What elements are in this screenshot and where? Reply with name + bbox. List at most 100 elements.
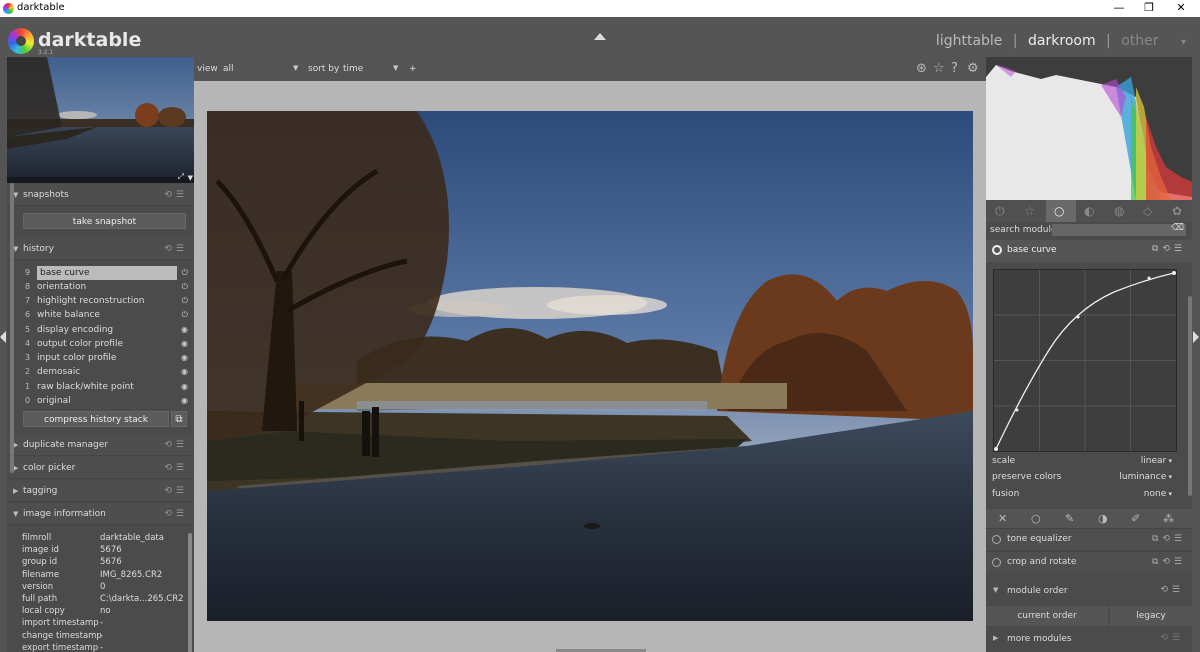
favorites-star-icon[interactable]: ☆ [1024,204,1035,218]
always-on-icon: ◉ [181,367,188,376]
history-header[interactable]: ▼ history ⟲☰ [7,238,194,260]
view-filter-select[interactable]: all [223,64,234,74]
info-scrollbar[interactable] [188,533,192,652]
blend-off-icon[interactable]: ✕ [998,512,1007,525]
histogram[interactable] [986,57,1192,200]
power-icon[interactable] [992,535,1001,544]
left-panel-scrollbar[interactable] [10,183,14,473]
maximize-button[interactable]: ❐ [1134,0,1164,17]
darktable-window: darktable — ❐ ✕ darktable 3.2.1 lighttab… [0,0,1200,652]
collapse-right-panel-arrow-icon[interactable] [1193,331,1199,343]
blend-uniform-icon[interactable]: ○ [1031,512,1041,525]
history-item[interactable]: 8 orientation ⏻ [23,280,188,294]
history-item[interactable]: 4 output color profile ◉ [23,337,188,351]
history-item[interactable]: 1 raw black/white point ◉ [23,380,188,394]
take-snapshot-button[interactable]: take snapshot [23,213,186,229]
view-darkroom[interactable]: darkroom [1028,33,1096,49]
blend-raster-icon[interactable]: ⁂ [1163,512,1174,525]
view-other[interactable]: other [1121,33,1158,49]
view-separator: | [1106,33,1111,49]
always-on-icon: ◉ [181,396,188,405]
edited-photo[interactable] [207,111,973,621]
scale-combobox[interactable]: scale linear [992,454,1178,469]
fusion-combobox[interactable]: fusion none [992,487,1178,502]
snapshots-header[interactable]: ▼ snapshots ⟲☰ [7,184,194,206]
reset-menu-icons[interactable]: ⟲☰ [164,457,188,479]
tagging-module[interactable]: ▶ tagging ⟲☰ [7,480,194,502]
filter-bar: view all ▼ sort by time ▼ + ⊛ ☆ ? ⚙ [194,57,986,81]
active-modules-power-icon[interactable]: ⏻ [995,204,1005,219]
module-order-header[interactable]: ▼ module order ⟲☰ [986,582,1192,602]
sort-select[interactable]: time [343,64,363,74]
history-item[interactable]: 9 base curve ⏻ [23,266,188,280]
fullscreen-icon[interactable]: ⤢ [178,172,184,182]
preset-reset-menu-icons[interactable]: ⧉⟲☰ [1152,244,1186,254]
info-row: full path C:\darkta...265.CR2 [22,593,184,604]
view-other-dropdown-icon[interactable]: ▾ [1181,37,1186,48]
color-picker-title: color picker [23,463,76,473]
search-module-input[interactable] [1052,224,1186,236]
image-information-table: filmroll darktable_data image id 5676 grou… [22,532,184,652]
tone-group-icon[interactable]: ◐ [1084,204,1094,218]
minimize-button[interactable]: — [1104,0,1134,17]
reset-menu-icons[interactable]: ⟲☰ [1160,633,1184,643]
reset-menu-icons[interactable]: ⟲☰ [164,434,188,456]
star-icon[interactable]: ☆ [933,61,945,76]
always-on-icon: ◉ [181,339,188,348]
view-lighttable[interactable]: lighttable [936,33,1003,49]
close-button[interactable]: ✕ [1166,0,1196,17]
correct-group-icon[interactable]: ◇ [1143,204,1152,218]
preset-reset-menu-icons[interactable]: ⧉⟲☰ [1152,534,1186,544]
reset-menu-icons[interactable]: ⟲☰ [164,503,188,525]
zoom-dropdown-icon[interactable]: ▼ [188,174,193,182]
reset-menu-icons[interactable]: ⟲☰ [164,480,188,502]
grouping-icon[interactable]: ⊛ [916,61,927,76]
reset-menu-icons[interactable]: ⟲☰ [164,184,188,206]
help-icon[interactable]: ? [951,61,958,76]
copy-history-icon[interactable]: ⧉ [171,411,187,427]
collapse-top-panel-arrow-icon[interactable] [594,33,606,40]
current-order-button[interactable]: current order [986,606,1108,626]
reset-menu-icons[interactable]: ⟲☰ [164,238,188,260]
sort-order-toggle[interactable]: + [409,64,417,74]
right-panel-scrollbar[interactable] [1188,296,1192,496]
blend-parametric-icon[interactable]: ◑ [1098,512,1108,525]
right-panel: ⏻ ☆ ○ ◐ ◍ ◇ ✿ search module ⌫ base curve… [986,57,1192,652]
app-version: 3.2.1 [38,49,54,56]
tone-equalizer-module[interactable]: tone equalizer ⧉⟲☰ [986,528,1192,550]
power-icon[interactable] [992,558,1001,567]
duplicate-manager-module[interactable]: ▶ duplicate manager ⟲☰ [7,434,194,456]
gear-icon[interactable]: ⚙ [967,61,979,76]
crop-and-rotate-module[interactable]: crop and rotate ⧉⟲☰ [986,551,1192,573]
history-item[interactable]: 7 highlight reconstruction ⏻ [23,294,188,308]
reset-menu-icons[interactable]: ⟲☰ [1160,585,1184,595]
base-curve-graph[interactable] [993,269,1177,452]
color-picker-module[interactable]: ▶ color picker ⟲☰ [7,457,194,479]
module-group-tabs: ⏻ ☆ ○ ◐ ◍ ◇ ✿ [986,200,1192,222]
chevron-down-icon[interactable]: ▼ [393,64,398,72]
history-item[interactable]: 5 display encoding ◉ [23,323,188,337]
image-information-module[interactable]: ▼ image information ⟲☰ [7,503,194,525]
history-item[interactable]: 0 original ◉ [23,394,188,408]
preset-reset-menu-icons[interactable]: ⧉⟲☰ [1152,557,1186,567]
base-group-circle-icon[interactable]: ○ [1054,204,1064,218]
more-modules-header[interactable]: ▶ more modules ⟲☰ [986,630,1192,650]
more-modules-title: more modules [1007,634,1072,644]
compress-history-button[interactable]: compress history stack [23,411,169,427]
base-curve-header[interactable]: base curve ⧉⟲☰ [986,240,1192,262]
navigation-thumbnail[interactable]: ⤢ ▼ [7,57,194,183]
history-item[interactable]: 3 input color profile ◉ [23,351,188,365]
power-icon[interactable] [992,245,1002,255]
clear-search-icon[interactable]: ⌫ [1171,223,1184,233]
history-item[interactable]: 2 demosaic ◉ [23,365,188,379]
view-label: view [197,64,218,74]
blend-drawn-mask-icon[interactable]: ✎ [1065,512,1074,525]
chevron-down-icon[interactable]: ▼ [293,64,298,72]
preserve-colors-combobox[interactable]: preserve colors luminance [992,470,1178,485]
collapse-left-panel-arrow-icon[interactable] [0,331,6,343]
history-item[interactable]: 6 white balance ⏻ [23,308,188,322]
color-group-icon[interactable]: ◍ [1114,204,1124,218]
effects-group-icon[interactable]: ✿ [1172,204,1182,218]
legacy-order-button[interactable]: legacy [1110,606,1192,626]
blend-drawn-parametric-icon[interactable]: ✐ [1131,512,1140,525]
